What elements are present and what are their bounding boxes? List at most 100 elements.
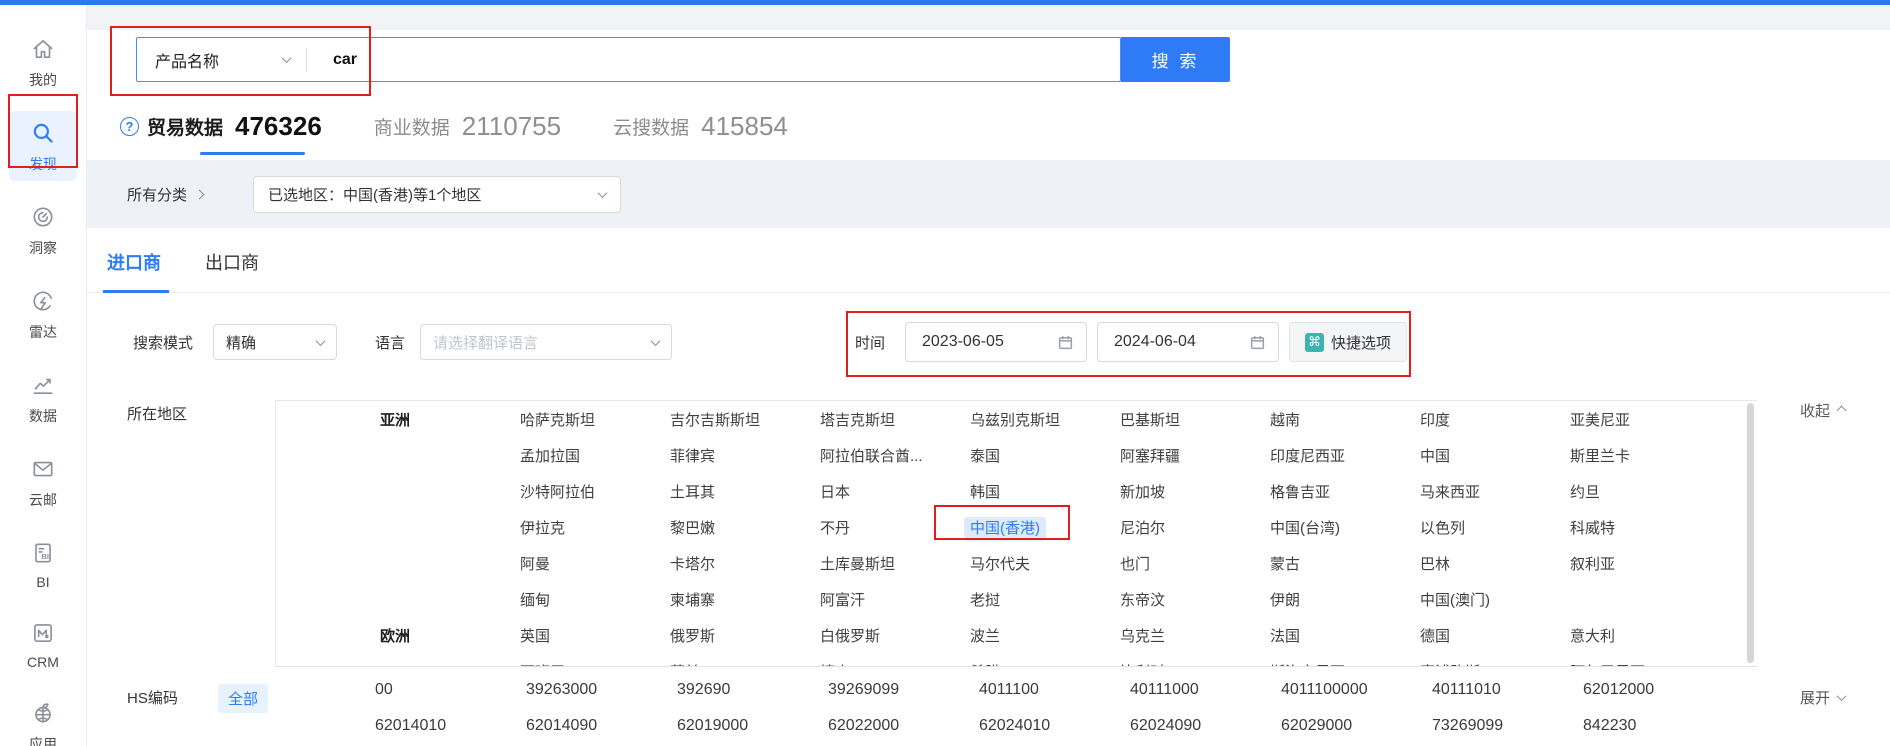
hs-code-option[interactable]: 00: [375, 681, 526, 699]
tab-exporters[interactable]: 出口商: [205, 249, 259, 275]
hs-code-option[interactable]: 40111010: [1432, 681, 1583, 699]
region-option[interactable]: 格鲁吉亚: [1264, 481, 1414, 502]
sidebar-item-insight[interactable]: 洞察: [9, 195, 77, 265]
region-option[interactable]: 叙利亚: [1564, 553, 1714, 574]
region-option[interactable]: 阿曼: [514, 553, 664, 574]
region-option[interactable]: 中国(台湾): [1264, 517, 1414, 538]
region-option[interactable]: 柬埔寨: [664, 589, 814, 610]
sidebar-item-data[interactable]: 数据: [9, 363, 77, 433]
hs-code-option[interactable]: 39263000: [526, 681, 677, 699]
region-option[interactable]: 沙特阿拉伯: [514, 481, 664, 502]
region-option[interactable]: 阿拉伯联合酋...: [814, 445, 964, 466]
region-scrollbar[interactable]: [1747, 403, 1754, 663]
sidebar-item-crm[interactable]: CRM: [9, 611, 77, 677]
region-option[interactable]: 约旦: [1564, 481, 1714, 502]
hs-code-option[interactable]: 62022000: [828, 717, 979, 735]
region-option[interactable]: 荷兰: [664, 661, 814, 668]
tab-cloud-search-data[interactable]: 云搜数据 415854: [613, 111, 788, 142]
selected-region-dropdown[interactable]: 已选地区：中国(香港)等1个地区: [253, 176, 621, 213]
region-option[interactable]: 乌克兰: [1114, 625, 1264, 646]
region-option[interactable]: 东帝汶: [1114, 589, 1264, 610]
region-option[interactable]: 新加坡: [1114, 481, 1264, 502]
region-option[interactable]: 老挝: [964, 589, 1114, 610]
region-option[interactable]: 法国: [1264, 625, 1414, 646]
region-option[interactable]: 科威特: [1564, 517, 1714, 538]
hs-code-option[interactable]: 842230: [1583, 717, 1734, 735]
region-option[interactable]: 巴基斯坦: [1114, 409, 1264, 430]
hs-code-option[interactable]: 62029000: [1281, 717, 1432, 735]
region-option[interactable]: 西班牙: [514, 661, 664, 668]
region-option[interactable]: 孟加拉国: [514, 445, 664, 466]
region-option[interactable]: 黎巴嫩: [664, 517, 814, 538]
region-option[interactable]: 缅甸: [514, 589, 664, 610]
region-option[interactable]: 德国: [1414, 625, 1564, 646]
breadcrumb-all-categories[interactable]: 所有分类: [127, 160, 203, 228]
region-option[interactable]: 印度: [1414, 409, 1564, 430]
region-option[interactable]: 蒙古: [1264, 553, 1414, 574]
hs-code-option[interactable]: 62019000: [677, 717, 828, 735]
region-option[interactable]: 泰国: [964, 445, 1114, 466]
region-option[interactable]: 尼泊尔: [1114, 517, 1264, 538]
sidebar-item-mine[interactable]: 我的: [9, 27, 77, 97]
region-option[interactable]: 亚美尼亚: [1564, 409, 1714, 430]
hs-code-option[interactable]: 73269099: [1432, 717, 1583, 735]
region-option[interactable]: 以色列: [1414, 517, 1564, 538]
region-option[interactable]: 马尔代夫: [964, 553, 1114, 574]
sidebar-item-bi[interactable]: BI BI: [9, 531, 77, 597]
quick-options-button[interactable]: ⌘ 快捷选项: [1289, 322, 1407, 362]
region-option[interactable]: 塔吉克斯坦: [814, 409, 964, 430]
region-option[interactable]: 日本: [814, 481, 964, 502]
region-option[interactable]: 吉尔吉斯斯坦: [664, 409, 814, 430]
search-field-selector[interactable]: 产品名称: [137, 38, 306, 81]
region-option[interactable]: 阿塞拜疆: [1114, 445, 1264, 466]
region-option[interactable]: 希腊: [964, 661, 1114, 668]
region-option[interactable]: 乌兹别克斯坦: [964, 409, 1114, 430]
region-option[interactable]: 斯里兰卡: [1564, 445, 1714, 466]
sidebar-item-discover[interactable]: 发现: [9, 111, 77, 181]
region-option[interactable]: 阿尔巴尼亚: [1564, 661, 1714, 668]
region-option[interactable]: 土库曼斯坦: [814, 553, 964, 574]
hs-code-option[interactable]: 4011100000: [1281, 681, 1432, 699]
region-option[interactable]: 中国: [1414, 445, 1564, 466]
date-from-input[interactable]: 2023-06-05: [905, 322, 1087, 362]
hs-code-option[interactable]: 62014090: [526, 717, 677, 735]
search-mode-select[interactable]: 精确: [213, 324, 337, 360]
region-option[interactable]: 哈萨克斯坦: [514, 409, 664, 430]
expand-link[interactable]: 展开: [1800, 687, 1845, 708]
hs-code-option[interactable]: 4011100: [979, 681, 1130, 699]
date-to-input[interactable]: 2024-06-04: [1097, 322, 1279, 362]
region-option[interactable]: 俄罗斯: [664, 625, 814, 646]
region-option[interactable]: 伊拉克: [514, 517, 664, 538]
hs-code-option[interactable]: 62012000: [1583, 681, 1734, 699]
hs-all-chip[interactable]: 全部: [218, 684, 268, 713]
region-option[interactable]: 卡塔尔: [664, 553, 814, 574]
sidebar-item-cloudmail[interactable]: 云邮: [9, 447, 77, 517]
search-input[interactable]: [307, 38, 1120, 81]
region-option[interactable]: 菲律宾: [664, 445, 814, 466]
region-option[interactable]: 英国: [514, 625, 664, 646]
hs-code-option[interactable]: 392690: [677, 681, 828, 699]
region-option[interactable]: 意大利: [1564, 625, 1714, 646]
hs-code-option[interactable]: 39269099: [828, 681, 979, 699]
region-option[interactable]: 巴林: [1414, 553, 1564, 574]
tab-trade-data[interactable]: ? 贸易数据 476326: [120, 111, 322, 142]
collapse-link[interactable]: 收起: [1800, 400, 1845, 421]
region-option[interactable]: 白俄罗斯: [814, 625, 964, 646]
region-option[interactable]: 塞浦路斯: [1414, 661, 1564, 668]
region-option[interactable]: 比利时: [1114, 661, 1264, 668]
language-select[interactable]: 请选择翻译语言: [420, 324, 672, 360]
region-option[interactable]: 伊朗: [1264, 589, 1414, 610]
region-option[interactable]: 韩国: [964, 481, 1114, 502]
tab-importers[interactable]: 进口商: [107, 249, 161, 275]
hs-code-option[interactable]: 62014010: [375, 717, 526, 735]
region-option[interactable]: 不丹: [814, 517, 964, 538]
sidebar-item-apps[interactable]: 应用: [9, 691, 77, 746]
region-option[interactable]: 印度尼西亚: [1264, 445, 1414, 466]
hs-code-option[interactable]: 62024010: [979, 717, 1130, 735]
hs-code-option[interactable]: 40111000: [1130, 681, 1281, 699]
search-button[interactable]: 搜 索: [1121, 37, 1230, 82]
hs-code-option[interactable]: 62024090: [1130, 717, 1281, 735]
region-option[interactable]: 捷克: [814, 661, 964, 668]
region-option[interactable]: 土耳其: [664, 481, 814, 502]
region-option[interactable]: 波兰: [964, 625, 1114, 646]
